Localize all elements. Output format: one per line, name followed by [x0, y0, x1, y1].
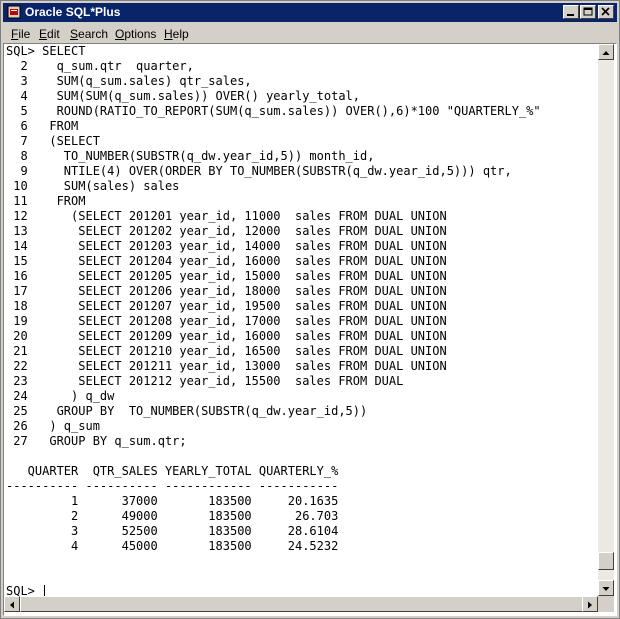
menu-edit[interactable]: Edit [39, 27, 60, 41]
console-line: 20 SELECT 201209 year_id, 16000 sales FR… [6, 329, 447, 343]
console-line: 12 (SELECT 201201 year_id, 11000 sales F… [6, 209, 447, 223]
console-line: 11 FROM [6, 194, 86, 208]
console-line: 5 ROUND(RATIO_TO_REPORT(SUM(q_sum.sales)… [6, 104, 541, 118]
console-line: 25 GROUP BY TO_NUMBER(SUBSTR(q_dw.year_i… [6, 404, 368, 418]
minimize-icon [567, 14, 574, 16]
title-bar[interactable]: Oracle SQL*Plus [3, 3, 617, 22]
menu-help[interactable]: Help [164, 27, 189, 41]
console-line: QUARTER QTR_SALES YEARLY_TOTAL QUARTERLY… [6, 464, 339, 478]
console-line: 14 SELECT 201203 year_id, 14000 sales FR… [6, 239, 447, 253]
arrow-up-icon [602, 51, 610, 55]
scroll-left-button[interactable] [4, 596, 20, 612]
console-line: 1 37000 183500 20.1635 [6, 494, 339, 508]
console-line: 8 TO_NUMBER(SUBSTR(q_dw.year_id,5)) mont… [6, 149, 375, 163]
console-line: 9 NTILE(4) OVER(ORDER BY TO_NUMBER(SUBST… [6, 164, 512, 178]
console-line: 13 SELECT 201202 year_id, 12000 sales FR… [6, 224, 447, 238]
horizontal-scroll-thumb[interactable] [20, 596, 590, 612]
arrow-down-icon [602, 587, 610, 591]
console-line: 6 FROM [6, 119, 79, 133]
menu-bar: File Edit Search Options Help [3, 24, 617, 43]
scroll-right-button[interactable] [582, 596, 598, 612]
console-line: 4 SUM(SUM(q_sum.sales)) OVER() yearly_to… [6, 89, 361, 103]
console-line: 2 q_sum.qtr quarter, [6, 59, 194, 73]
console-line: 3 52500 183500 28.6104 [6, 524, 339, 538]
close-icon [601, 7, 610, 16]
sqlplus-app-icon [7, 5, 21, 19]
console-line: 22 SELECT 201211 year_id, 13000 sales FR… [6, 359, 447, 373]
scroll-up-button[interactable] [598, 44, 614, 60]
arrow-left-icon [10, 601, 14, 609]
console-line: 4 45000 183500 24.5232 [6, 539, 339, 553]
menu-help-rest: elp [172, 27, 189, 41]
menu-file-rest: ile [18, 27, 31, 41]
console-line: 18 SELECT 201207 year_id, 19500 sales FR… [6, 299, 447, 313]
console-line: 26 ) q_sum [6, 419, 100, 433]
vertical-scrollbar[interactable] [598, 44, 614, 596]
console-line: 23 SELECT 201212 year_id, 15500 sales FR… [6, 374, 404, 388]
menu-search-accel: S [70, 27, 79, 41]
console-line: 19 SELECT 201208 year_id, 17000 sales FR… [6, 314, 447, 328]
maximize-icon [583, 7, 593, 16]
console-line: 3 SUM(q_sum.sales) qtr_sales, [6, 74, 252, 88]
console-line: ---------- ---------- ------------ -----… [6, 479, 339, 493]
size-grip-corner [598, 596, 614, 612]
menu-edit-rest: dit [47, 27, 60, 41]
menu-help-accel: H [164, 27, 173, 41]
arrow-right-icon [588, 601, 592, 609]
menu-options-rest: ptions [124, 27, 157, 41]
menu-options-accel: O [115, 27, 125, 41]
console-line: 27 GROUP BY q_sum.qtr; [6, 434, 187, 448]
console-line: SQL> SELECT [6, 44, 86, 58]
menu-search[interactable]: Search [70, 27, 108, 41]
console-line: 21 SELECT 201210 year_id, 16500 sales FR… [6, 344, 447, 358]
console-line: 7 (SELECT [6, 134, 100, 148]
console-line: 2 49000 183500 26.703 [6, 509, 339, 523]
minimize-button[interactable] [563, 5, 579, 19]
console-line: 10 SUM(sales) sales [6, 179, 180, 193]
sqlplus-console[interactable]: SQL> SELECT 2 q_sum.qtr quarter, 3 SUM(q… [4, 44, 598, 596]
console-line: 17 SELECT 201206 year_id, 18000 sales FR… [6, 284, 447, 298]
window-title: Oracle SQL*Plus [25, 5, 121, 19]
horizontal-scrollbar[interactable] [4, 596, 598, 612]
console-line: SQL> [6, 584, 43, 596]
menu-file[interactable]: File [11, 27, 30, 41]
close-button[interactable] [598, 5, 614, 19]
vertical-scroll-thumb[interactable] [598, 551, 614, 570]
scroll-down-button[interactable] [598, 580, 614, 596]
maximize-button[interactable] [580, 5, 596, 19]
menu-edit-accel: E [39, 27, 48, 41]
menu-options[interactable]: Options [115, 27, 156, 41]
console-line: 24 ) q_dw [6, 389, 115, 403]
console-line: 15 SELECT 201204 year_id, 16000 sales FR… [6, 254, 447, 268]
console-line: 16 SELECT 201205 year_id, 15000 sales FR… [6, 269, 447, 283]
menu-search-rest: earch [78, 27, 109, 41]
